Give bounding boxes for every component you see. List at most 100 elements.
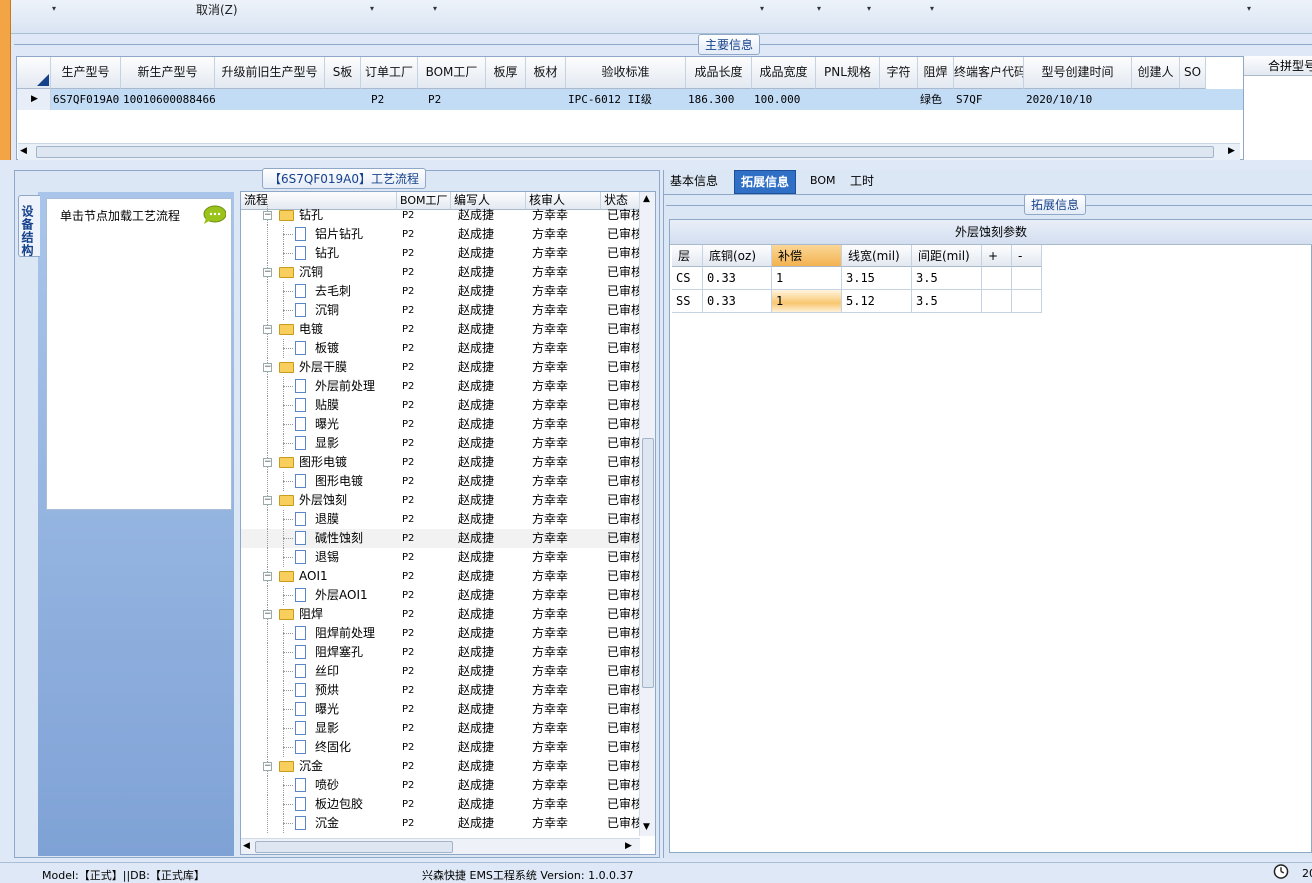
collapse-icon[interactable]: −: [263, 762, 272, 771]
column-header-material[interactable]: 板材: [526, 57, 566, 89]
tree-row[interactable]: 板边包胶 P2 赵成捷 方幸幸 已审核: [241, 795, 641, 814]
cell-s-board[interactable]: [325, 89, 361, 110]
collapse-icon[interactable]: −: [263, 572, 272, 581]
column-header-character[interactable]: 字符: [880, 57, 918, 89]
row-indicator-icon[interactable]: ▶: [17, 89, 51, 110]
collapse-icon[interactable]: −: [263, 363, 272, 372]
tree-row[interactable]: 板镀 P2 赵成捷 方幸幸 已审核: [241, 339, 641, 358]
dropdown-arrow-icon[interactable]: ▾: [52, 4, 56, 13]
scroll-thumb[interactable]: [642, 438, 654, 688]
tab-work-hours[interactable]: 工时: [844, 170, 880, 194]
tree-row[interactable]: 铝片钻孔 P2 赵成捷 方幸幸 已审核: [241, 225, 641, 244]
etch-cell-remove[interactable]: [1012, 290, 1042, 313]
collapse-icon[interactable]: −: [263, 458, 272, 467]
etch-cell-spacing[interactable]: 3.5: [912, 267, 982, 290]
collapse-icon[interactable]: −: [263, 268, 272, 277]
cell-customer-code[interactable]: S7QF: [954, 89, 1024, 110]
tree-row[interactable]: 贴膜 P2 赵成捷 方幸幸 已审核: [241, 396, 641, 415]
collapse-icon[interactable]: −: [263, 325, 272, 334]
column-header-length[interactable]: 成品长度: [686, 57, 752, 89]
etch-cell-line-width[interactable]: 5.12: [842, 290, 912, 313]
column-header-created-time[interactable]: 型号创建时间: [1024, 57, 1132, 89]
scroll-down-icon[interactable]: ▼: [643, 822, 650, 832]
tree-row[interactable]: 阻焊前处理 P2 赵成捷 方幸幸 已审核: [241, 624, 641, 643]
tab-extended-info[interactable]: 拓展信息: [734, 170, 797, 194]
tree-row[interactable]: 图形电镀 P2 赵成捷 方幸幸 已审核: [241, 472, 641, 491]
tree-row[interactable]: 曝光 P2 赵成捷 方幸幸 已审核: [241, 700, 641, 719]
tree-row[interactable]: 退膜 P2 赵成捷 方幸幸 已审核: [241, 510, 641, 529]
scroll-right-icon[interactable]: ▶: [1228, 146, 1235, 156]
etch-cell-base-copper[interactable]: 0.33: [703, 267, 772, 290]
tree-row[interactable]: 显影 P2 赵成捷 方幸幸 已审核: [241, 434, 641, 453]
main-grid-horizontal-scrollbar[interactable]: ◀ ▶: [18, 143, 1240, 160]
tree-vertical-scrollbar[interactable]: ▲ ▼: [639, 192, 655, 836]
collapse-icon[interactable]: −: [263, 211, 272, 220]
tree-row[interactable]: 外层前处理 P2 赵成捷 方幸幸 已审核: [241, 377, 641, 396]
tree-row[interactable]: 喷砂 P2 赵成捷 方幸幸 已审核: [241, 776, 641, 795]
etch-cell-compensation[interactable]: 1: [772, 267, 842, 290]
dropdown-arrow-icon[interactable]: ▾: [817, 4, 821, 13]
cell-acceptance-standard[interactable]: IPC-6012 II级: [566, 89, 686, 110]
scroll-left-icon[interactable]: ◀: [20, 146, 27, 156]
cell-production-model[interactable]: 6S7QF019A0: [51, 89, 121, 110]
tree-row[interactable]: − 钻孔 P2 赵成捷 方幸幸 已审核: [241, 206, 641, 225]
tree-row[interactable]: − 电镀 P2 赵成捷 方幸幸 已审核: [241, 320, 641, 339]
etch-cell-add[interactable]: [982, 267, 1012, 290]
dropdown-arrow-icon[interactable]: ▾: [760, 4, 764, 13]
tree-row[interactable]: 沉金 P2 赵成捷 方幸幸 已审核: [241, 814, 641, 833]
column-header-production-model[interactable]: 生产型号: [51, 57, 121, 89]
etch-header-layer[interactable]: 层: [672, 245, 703, 267]
cell-old-production-model[interactable]: [215, 89, 325, 110]
scroll-right-icon[interactable]: ▶: [625, 841, 632, 851]
collapse-icon[interactable]: −: [263, 496, 272, 505]
etch-header-add[interactable]: +: [982, 245, 1012, 267]
column-header-solder-mask[interactable]: 阻焊: [918, 57, 954, 89]
column-header-acceptance-standard[interactable]: 验收标准: [566, 57, 686, 89]
column-header-new-production-model[interactable]: 新生产型号: [121, 57, 215, 89]
cell-creator[interactable]: [1132, 89, 1180, 110]
scroll-up-icon[interactable]: ▲: [643, 194, 650, 204]
tree-row[interactable]: − 阻焊 P2 赵成捷 方幸幸 已审核: [241, 605, 641, 624]
tree-row[interactable]: − 外层蚀刻 P2 赵成捷 方幸幸 已审核: [241, 491, 641, 510]
cell-new-production-model[interactable]: 10010600088466: [121, 89, 215, 110]
etch-cell-remove[interactable]: [1012, 267, 1042, 290]
etch-cell-spacing[interactable]: 3.5: [912, 290, 982, 313]
tree-row[interactable]: 钻孔 P2 赵成捷 方幸幸 已审核: [241, 244, 641, 263]
tree-row[interactable]: 终固化 P2 赵成捷 方幸幸 已审核: [241, 738, 641, 757]
dropdown-arrow-icon[interactable]: ▾: [370, 4, 374, 13]
etch-header-compensation[interactable]: 补偿: [772, 245, 842, 267]
etch-cell-layer[interactable]: CS: [672, 267, 703, 290]
dropdown-arrow-icon[interactable]: ▾: [930, 4, 934, 13]
cell-thickness[interactable]: [486, 89, 526, 110]
cell-pnl-spec[interactable]: [816, 89, 880, 110]
column-header-s-board[interactable]: S板: [325, 57, 361, 89]
cancel-button[interactable]: 取消(Z): [196, 1, 238, 18]
cell-material[interactable]: [526, 89, 566, 110]
column-header-customer-code[interactable]: 终端客户代码: [954, 57, 1024, 89]
tab-bom[interactable]: BOM: [804, 170, 842, 194]
etch-header-base-copper[interactable]: 底铜(oz): [703, 245, 772, 267]
tree-row[interactable]: 曝光 P2 赵成捷 方幸幸 已审核: [241, 415, 641, 434]
scroll-thumb[interactable]: [255, 841, 453, 853]
tree-row[interactable]: 外层AOI1 P2 赵成捷 方幸幸 已审核: [241, 586, 641, 605]
column-header-order-factory[interactable]: 订单工厂: [361, 57, 418, 89]
column-header-creator[interactable]: 创建人: [1132, 57, 1180, 89]
tree-row[interactable]: 丝印 P2 赵成捷 方幸幸 已审核: [241, 662, 641, 681]
tree-row[interactable]: 阻焊塞孔 P2 赵成捷 方幸幸 已审核: [241, 643, 641, 662]
column-header-so[interactable]: SO: [1180, 57, 1206, 89]
tree-row[interactable]: 退锡 P2 赵成捷 方幸幸 已审核: [241, 548, 641, 567]
cell-solder-mask[interactable]: 绿色: [918, 89, 954, 110]
dropdown-arrow-icon[interactable]: ▾: [433, 4, 437, 13]
cell-so[interactable]: [1180, 89, 1206, 110]
etch-header-line-width[interactable]: 线宽(mil): [842, 245, 912, 267]
collapse-icon[interactable]: −: [263, 610, 272, 619]
tree-row[interactable]: − 外层干膜 P2 赵成捷 方幸幸 已审核: [241, 358, 641, 377]
cell-length[interactable]: 186.300: [686, 89, 752, 110]
column-header-old-production-model[interactable]: 升级前旧生产型号: [215, 57, 325, 89]
column-header-bom-factory[interactable]: BOM工厂: [418, 57, 486, 89]
tree-row[interactable]: 显影 P2 赵成捷 方幸幸 已审核: [241, 719, 641, 738]
etch-cell-add[interactable]: [982, 290, 1012, 313]
cell-created-time[interactable]: 2020/10/10: [1024, 89, 1132, 110]
etch-cell-base-copper[interactable]: 0.33: [703, 290, 772, 313]
tab-basic-info[interactable]: 基本信息: [664, 170, 724, 194]
